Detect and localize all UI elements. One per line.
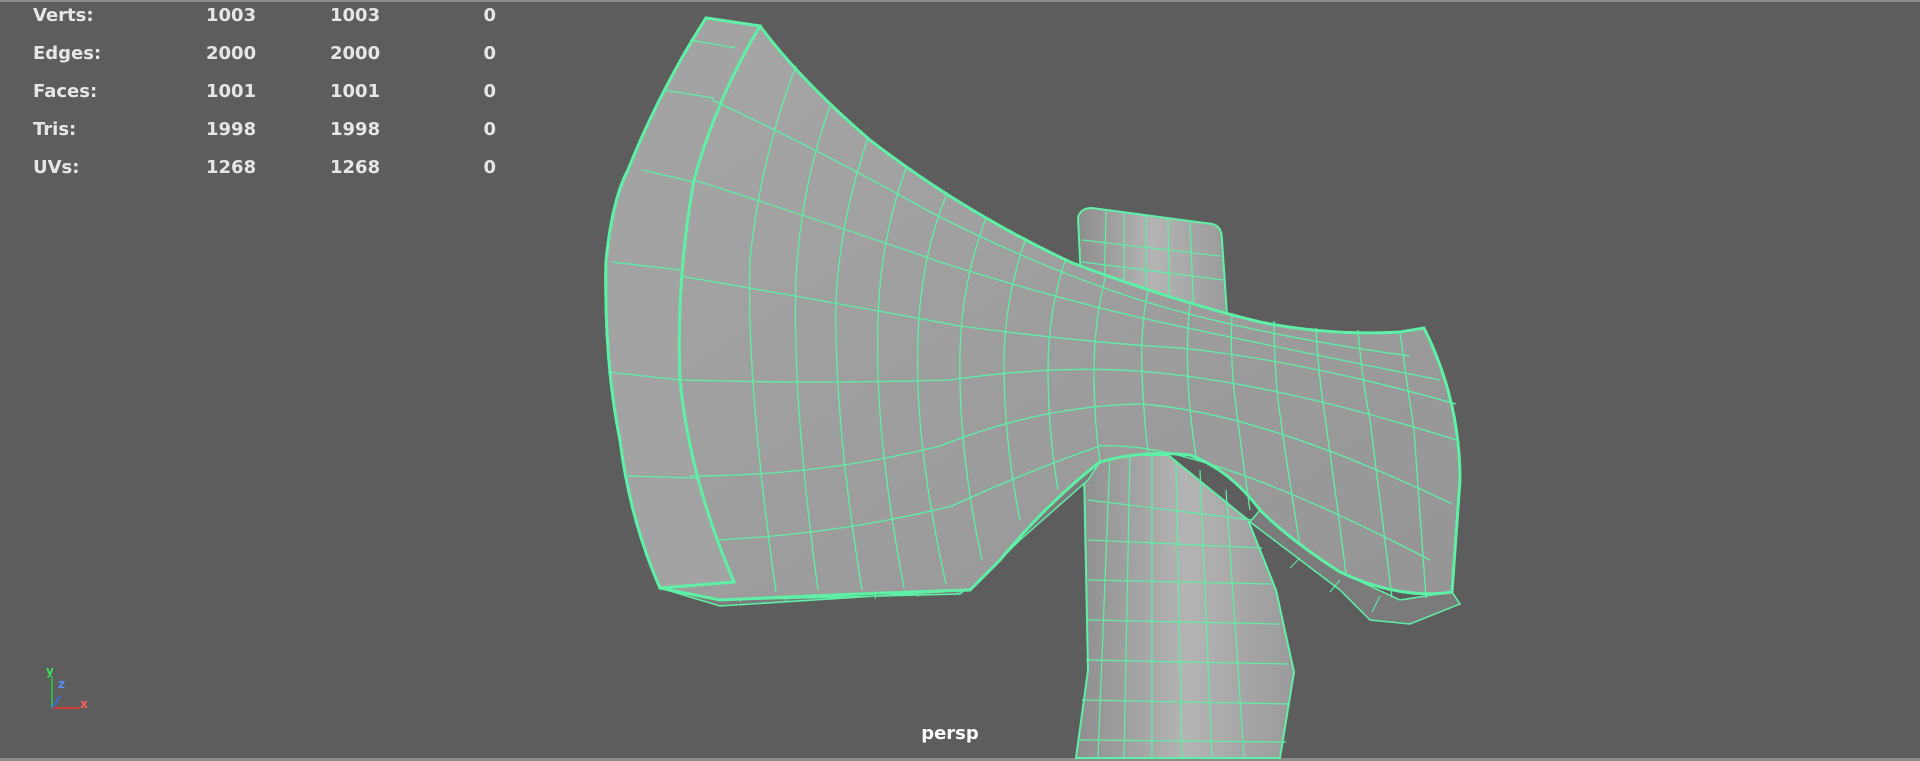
axis-gizmo: y z x xyxy=(46,664,88,711)
axe-mesh[interactable] xyxy=(0,0,1920,761)
z-axis-label: z xyxy=(58,677,65,691)
camera-name-label: persp xyxy=(921,723,979,744)
z-axis-line xyxy=(51,695,61,709)
y-axis-label: y xyxy=(46,664,54,678)
viewport-persp[interactable]: Verts: 1003 1003 0 Edges: 2000 2000 0 Fa… xyxy=(0,0,1920,761)
axe-blade[interactable] xyxy=(604,16,1462,602)
x-axis-label: x xyxy=(80,697,88,711)
